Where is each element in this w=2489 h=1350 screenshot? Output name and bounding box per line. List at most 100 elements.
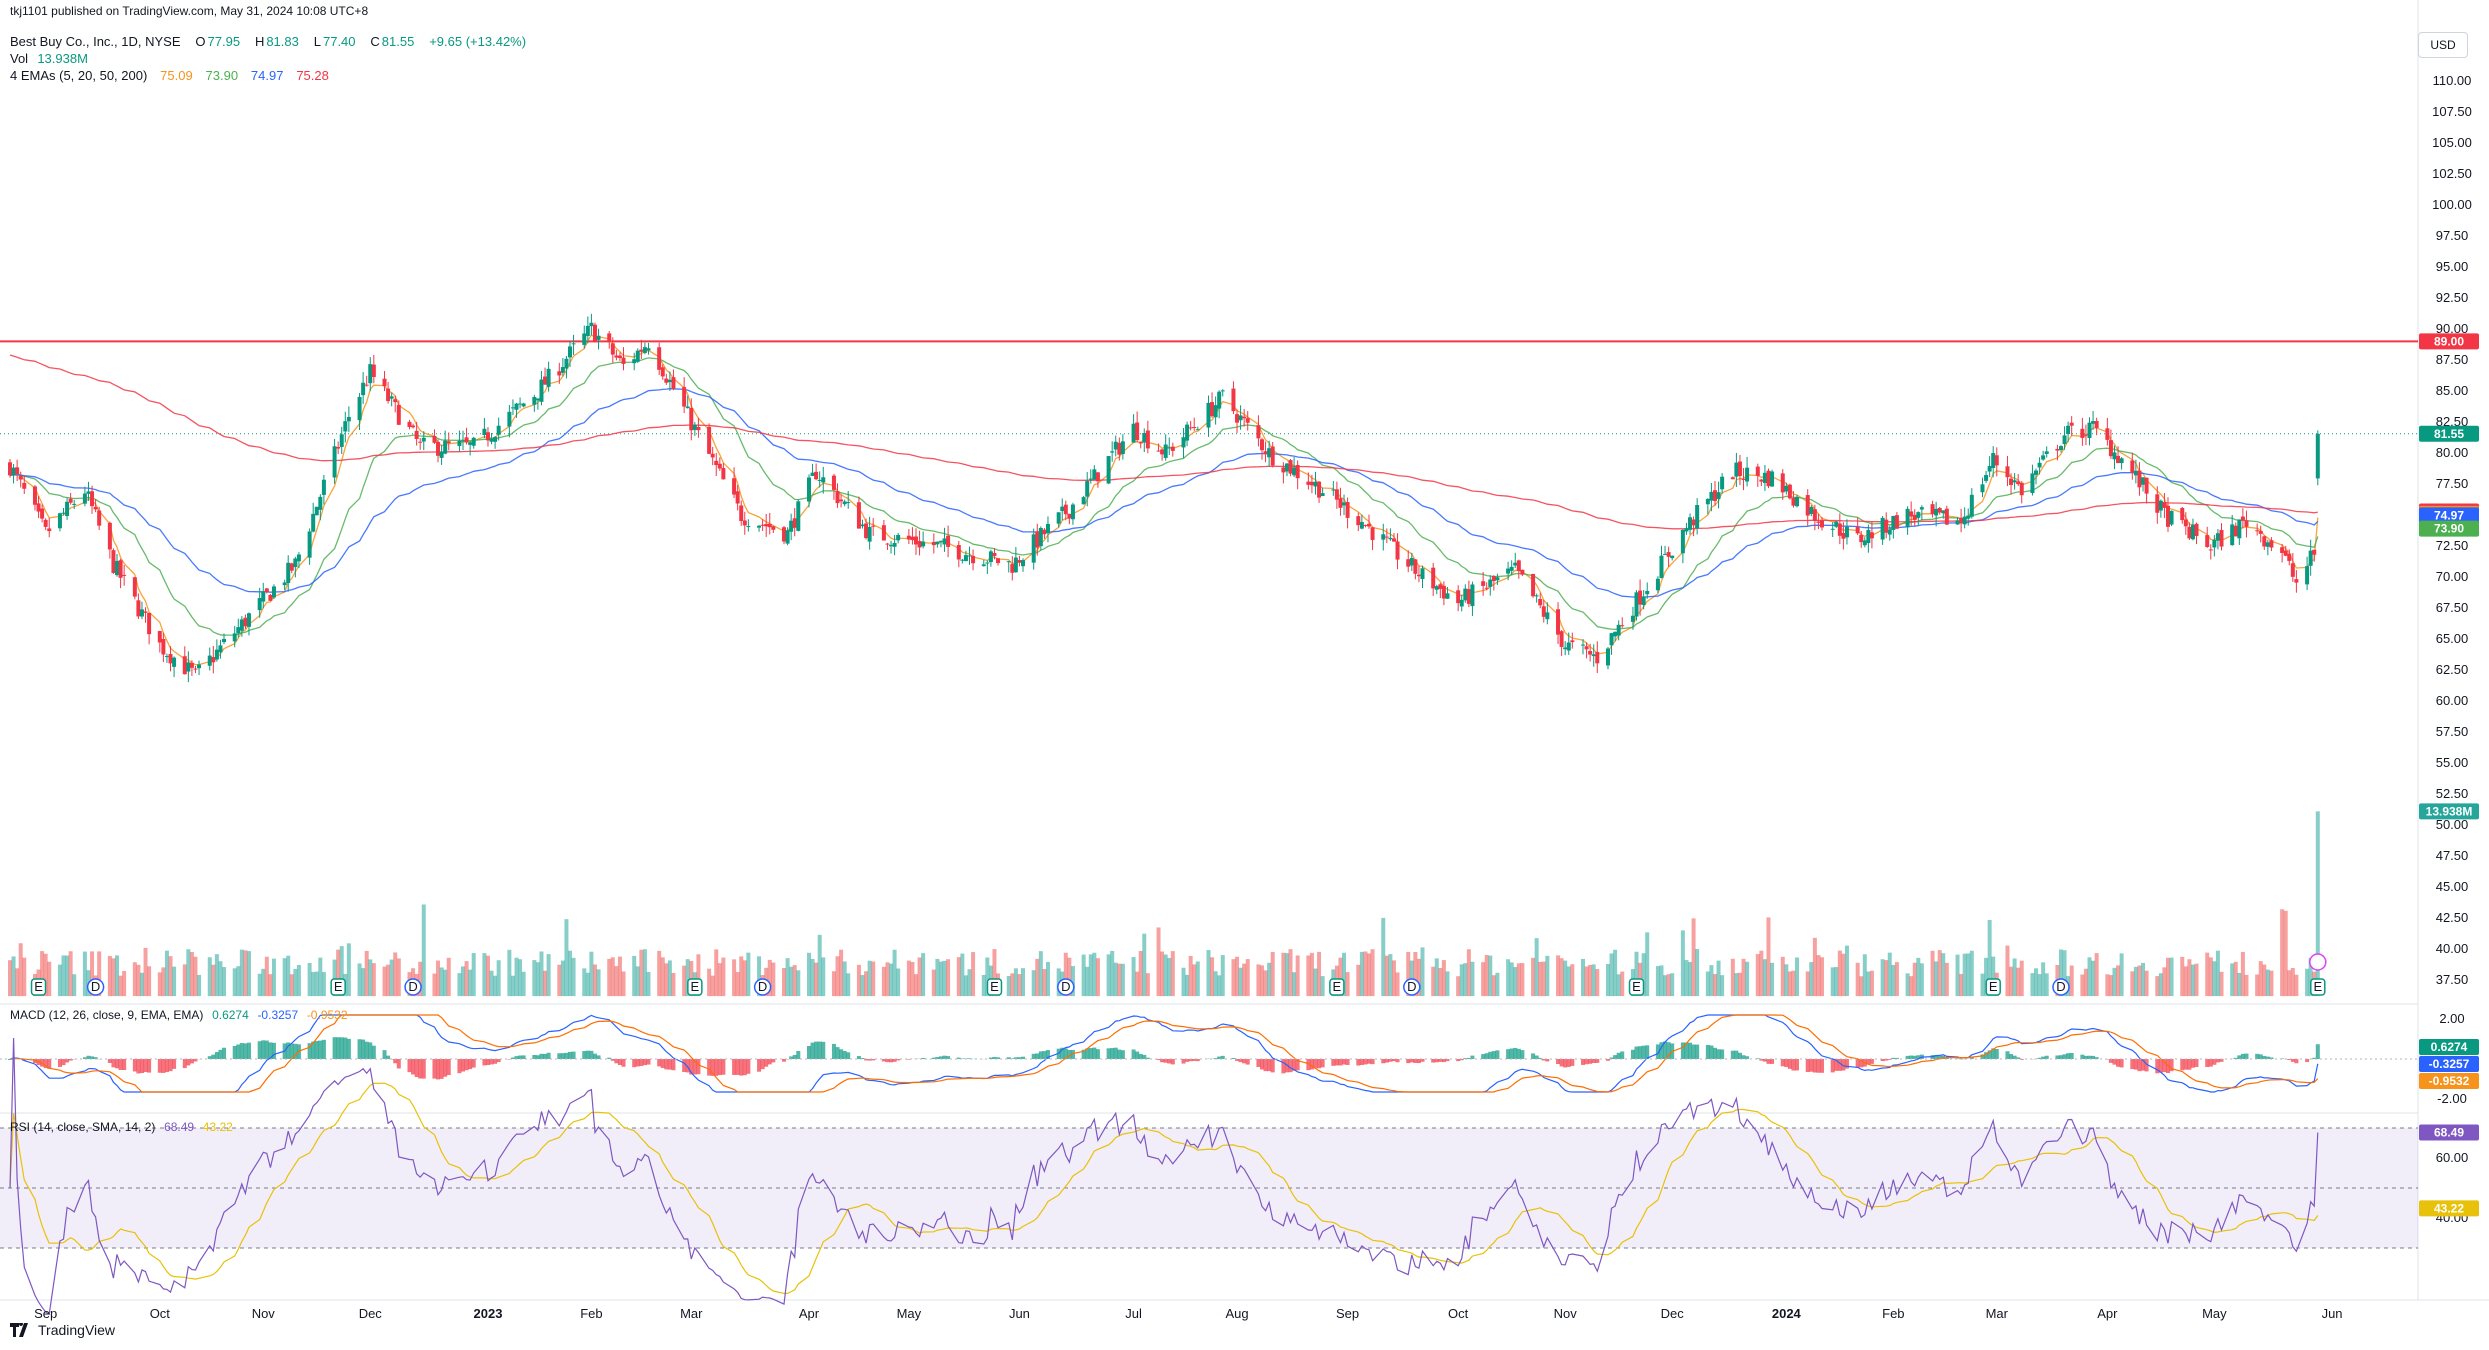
macd-histogram-bar xyxy=(568,1051,573,1059)
candle-body xyxy=(446,441,451,444)
volume-bar xyxy=(361,968,366,997)
macd-histogram-bar xyxy=(2255,1053,2260,1059)
volume-bar xyxy=(585,972,590,997)
macd-histogram-bar xyxy=(2205,1059,2210,1067)
macd-histogram-bar xyxy=(796,1050,801,1059)
candle-body xyxy=(617,355,622,359)
volume-bar xyxy=(2265,969,2270,997)
price-axis-tick: 45.00 xyxy=(2436,879,2469,894)
candle-body xyxy=(2283,550,2288,556)
candle-body xyxy=(1470,584,1475,607)
candle-body xyxy=(1805,495,1810,516)
candle-body xyxy=(1591,654,1596,657)
candle-body xyxy=(1267,448,1272,458)
candle-body xyxy=(1416,574,1421,577)
ema200-value: 75.28 xyxy=(296,68,329,83)
volume-bar xyxy=(1716,960,1721,997)
candle-body xyxy=(1210,402,1215,417)
candle-body xyxy=(111,550,116,573)
candle-body xyxy=(1081,497,1086,505)
macd-histogram-bar xyxy=(1516,1048,1521,1059)
volume-bar xyxy=(846,973,851,997)
candle-body xyxy=(157,631,162,643)
currency-button[interactable]: USD xyxy=(2418,32,2468,58)
volume-bar xyxy=(1288,949,1293,997)
candle-body xyxy=(764,524,769,527)
macd-histogram-bar xyxy=(671,1059,676,1071)
candle-body xyxy=(746,526,751,528)
macd-histogram-bar xyxy=(336,1037,341,1059)
volume-bar xyxy=(1684,960,1689,997)
macd-histogram-bar xyxy=(1231,1058,1236,1059)
volume-bar xyxy=(2208,957,2213,997)
volume-bar xyxy=(532,960,537,997)
macd-histogram-bar xyxy=(1819,1059,1824,1073)
candle-body xyxy=(1488,579,1493,587)
volume-bar xyxy=(139,972,144,997)
macd-tag-label: -0.9532 xyxy=(2429,1074,2470,1088)
volume-bar xyxy=(396,958,401,997)
macd-histogram-bar xyxy=(1416,1059,1421,1064)
candle-body xyxy=(689,407,694,431)
candle-body xyxy=(1006,561,1011,563)
volume-bar xyxy=(635,966,640,997)
tradingview-brand[interactable]: TradingView xyxy=(10,1322,115,1338)
volume-bar xyxy=(82,951,87,997)
time-axis-tick: Oct xyxy=(150,1306,171,1321)
candle-body xyxy=(2255,530,2260,532)
macd-histogram-bar xyxy=(1509,1048,1514,1059)
time-axis-tick: Apr xyxy=(799,1306,820,1321)
volume-bar xyxy=(186,949,191,997)
volume-bar xyxy=(2069,965,2074,997)
ema5-value: 75.09 xyxy=(160,68,193,83)
candle-body xyxy=(585,325,590,336)
macd-histogram-bar xyxy=(57,1059,62,1067)
volume-bar xyxy=(1605,963,1610,997)
macd-histogram-bar xyxy=(617,1059,622,1066)
volume-bar xyxy=(1242,963,1247,997)
volume-bar xyxy=(739,956,744,997)
macd-histogram-bar xyxy=(632,1059,637,1068)
macd-legend: MACD (12, 26, close, 9, EMA, EMA) 0.6274… xyxy=(10,1008,350,1022)
volume-bar xyxy=(507,949,512,997)
volume-bar xyxy=(1613,949,1618,997)
volume-bar xyxy=(1388,954,1393,997)
time-axis-tick: Mar xyxy=(1986,1306,2009,1321)
macd-histogram-bar xyxy=(2190,1059,2195,1068)
macd-histogram-bar xyxy=(2108,1059,2113,1063)
candle-body xyxy=(935,541,940,545)
macd-histogram-bar xyxy=(735,1059,740,1075)
macd-histogram-bar xyxy=(357,1039,362,1059)
candle-body xyxy=(1185,424,1190,441)
candle-body xyxy=(1705,498,1710,505)
candle-body xyxy=(1613,631,1618,637)
candle-body xyxy=(1406,559,1411,567)
macd-line xyxy=(9,1014,2319,1093)
macd-histogram-bar xyxy=(339,1037,344,1059)
macd-histogram-bar xyxy=(2080,1054,2085,1059)
candle-body xyxy=(332,446,337,478)
candle-body xyxy=(1541,606,1546,617)
volume-bar xyxy=(856,964,861,997)
volume-bar xyxy=(806,952,811,997)
macd-histogram-bar xyxy=(482,1059,487,1066)
volume-bar xyxy=(2215,950,2220,997)
macd-histogram-bar xyxy=(1812,1059,1817,1073)
chart-canvas[interactable]: 110.00 107.50 105.00 102.50 100.00 97.50 95.00… xyxy=(0,0,2489,1350)
volume-bar xyxy=(1734,973,1739,997)
macd-histogram-bar xyxy=(1042,1051,1047,1059)
volume-bar xyxy=(1830,967,1835,997)
price-axis-tick: 95.00 xyxy=(2436,259,2469,274)
macd-histogram-bar xyxy=(418,1059,423,1079)
candle-body xyxy=(1819,520,1824,528)
price-axis-tick: 77.50 xyxy=(2436,476,2469,491)
candle-body xyxy=(115,560,120,576)
candle-body xyxy=(1181,437,1186,448)
volume-bar xyxy=(1581,958,1586,997)
candle-body xyxy=(632,359,637,364)
candle-body xyxy=(432,436,437,443)
volume-bar xyxy=(1370,949,1375,997)
candle-body xyxy=(1135,422,1140,441)
candle-body xyxy=(1391,538,1396,542)
macd-histogram-bar xyxy=(1620,1051,1625,1059)
